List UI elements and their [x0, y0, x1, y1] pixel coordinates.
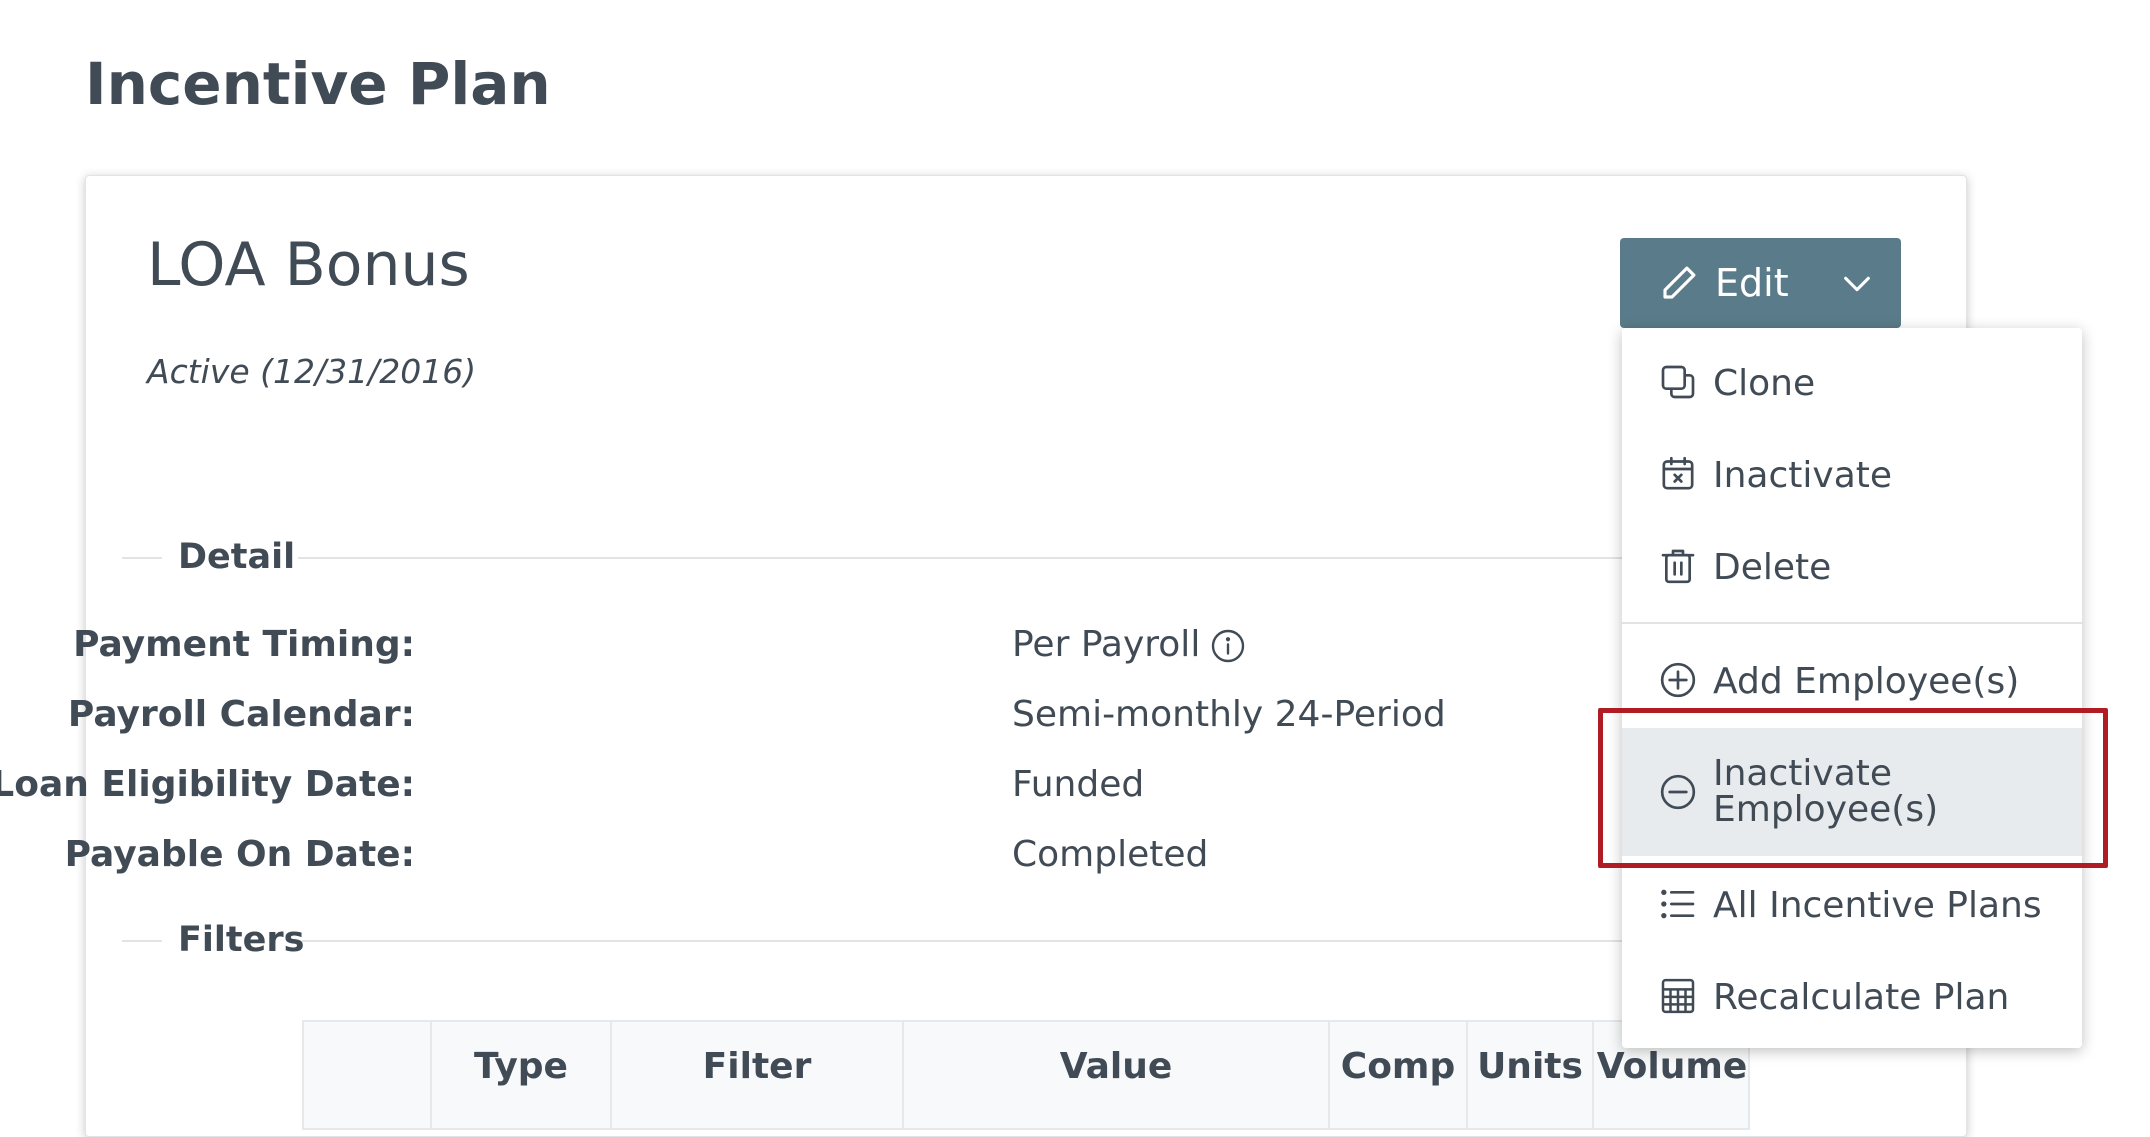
- detail-label: Payroll Calendar:: [67, 694, 415, 735]
- detail-value: Per Payroll: [1012, 620, 1246, 670]
- trash-icon: [1661, 549, 1695, 584]
- edit-dropdown-menu: Clone Inactivate Delete Add Employee(s) …: [1622, 328, 2082, 1048]
- plan-status: Active (12/31/2016): [147, 352, 477, 391]
- pencil-icon: [1663, 266, 1696, 299]
- detail-value: Funded: [1012, 764, 1145, 805]
- plan-name: LOA Bonus: [147, 230, 470, 300]
- edit-button[interactable]: Edit: [1620, 238, 1901, 328]
- edit-button-label: Edit: [1715, 261, 1789, 305]
- detail-value: Semi-monthly 24-Period: [1012, 694, 1446, 735]
- filters-divider-left: [122, 940, 162, 942]
- clone-icon: [1661, 365, 1695, 399]
- menu-divider: [1622, 622, 2082, 624]
- filters-table: Type Filter Value Comp Units Volume: [302, 1020, 1750, 1130]
- calculator-icon: [1661, 978, 1695, 1014]
- menu-item-label: Add Employee(s): [1713, 661, 2020, 702]
- calendar-x-icon: [1662, 456, 1694, 490]
- info-icon[interactable]: [1210, 628, 1246, 664]
- menu-item-delete[interactable]: Delete: [1622, 530, 2082, 602]
- menu-item-add-employees[interactable]: Add Employee(s): [1622, 644, 2082, 716]
- plus-circle-icon: [1660, 662, 1696, 698]
- column-header-comp[interactable]: Comp: [1330, 1044, 1466, 1090]
- detail-row-payment-timing: Payment Timing: Per Payroll: [0, 620, 1600, 670]
- menu-item-label: Clone: [1713, 363, 1816, 404]
- column-header-filter[interactable]: Filter: [612, 1044, 902, 1090]
- highlight-annotation: [1598, 708, 2108, 868]
- detail-row-payable-on-date: Payable On Date: Completed: [0, 830, 1600, 880]
- column-header-value[interactable]: Value: [904, 1044, 1328, 1090]
- detail-label: Loan Eligibility Date:: [0, 764, 415, 805]
- menu-item-all-incentive-plans[interactable]: All Incentive Plans: [1622, 868, 2082, 940]
- menu-item-label: Delete: [1713, 547, 1832, 588]
- detail-divider-left: [122, 557, 162, 559]
- column-header-type[interactable]: Type: [432, 1044, 610, 1090]
- menu-item-label: Inactivate: [1713, 455, 1893, 496]
- detail-row-loan-eligibility-date: Loan Eligibility Date: Funded: [0, 760, 1600, 810]
- column-header-volume[interactable]: Volume: [1594, 1044, 1750, 1090]
- menu-item-recalculate-plan[interactable]: Recalculate Plan: [1622, 960, 2082, 1032]
- detail-value-text: Per Payroll: [1012, 624, 1201, 665]
- detail-label: Payment Timing:: [73, 624, 415, 665]
- detail-section-title: Detail: [178, 537, 296, 577]
- detail-divider-right: [298, 557, 1622, 559]
- menu-item-label: All Incentive Plans: [1713, 885, 2042, 926]
- filters-divider-right: [302, 940, 1622, 942]
- chevron-down-icon[interactable]: [1840, 267, 1874, 301]
- menu-item-clone[interactable]: Clone: [1622, 346, 2082, 418]
- menu-item-inactivate[interactable]: Inactivate: [1622, 438, 2082, 510]
- list-icon: [1661, 889, 1695, 919]
- detail-row-payroll-calendar: Payroll Calendar: Semi-monthly 24-Period: [0, 690, 1600, 740]
- filters-section-title: Filters: [178, 920, 305, 960]
- detail-value: Completed: [1012, 834, 1209, 875]
- menu-item-label: Recalculate Plan: [1713, 977, 2010, 1018]
- detail-label: Payable On Date:: [64, 834, 415, 875]
- page-title: Incentive Plan: [85, 50, 551, 118]
- column-header-units[interactable]: Units: [1468, 1044, 1592, 1090]
